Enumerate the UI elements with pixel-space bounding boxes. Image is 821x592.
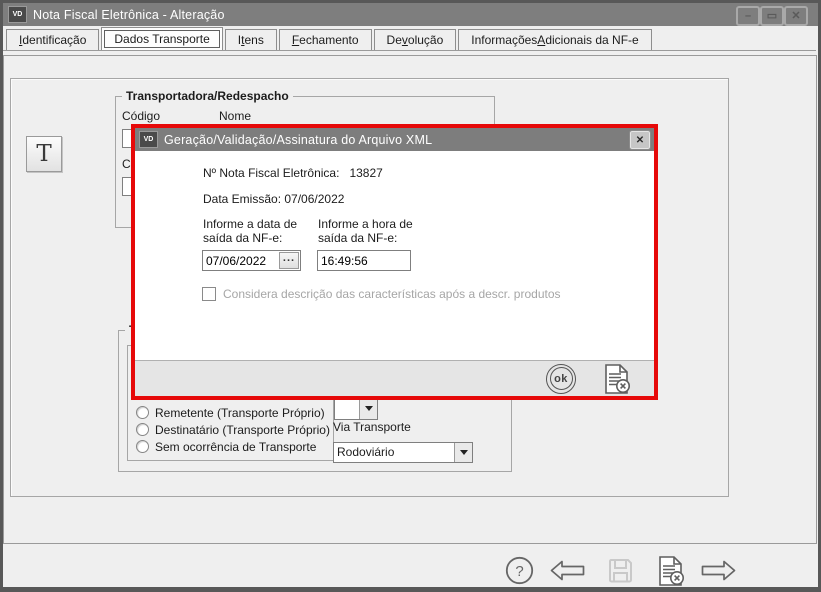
tab-dados-transporte[interactable]: Dados Transporte <box>101 27 223 50</box>
close-button[interactable]: ✕ <box>784 6 808 26</box>
maximize-button[interactable]: ▭ <box>760 6 784 26</box>
characteristics-checkbox-row[interactable]: Considera descrição das características … <box>202 287 561 301</box>
emission-value: 07/06/2022 <box>284 192 345 206</box>
dialog-title: Geração/Validação/Assinatura do Arquivo … <box>164 132 433 147</box>
via-transporte-value: Rodoviário <box>337 445 395 459</box>
forward-arrow-icon <box>701 560 736 581</box>
tab-strip-divider <box>3 50 816 51</box>
nf-number-value: 13827 <box>349 166 383 180</box>
tab-identifica-o[interactable]: Identificação <box>6 29 100 50</box>
emission-line: Data Emissão: 07/06/2022 <box>203 192 344 206</box>
nome-label: Nome <box>219 109 252 123</box>
checkbox-icon[interactable] <box>202 287 216 301</box>
group-transportadora-title: Transportadora/Redespacho <box>122 89 293 103</box>
dialog-body: Nº Nota Fiscal Eletrônica: 13827 Data Em… <box>135 151 654 360</box>
tab-fechamento[interactable]: Fechamento <box>278 29 372 50</box>
chevron-down-icon <box>459 450 468 455</box>
transporte-options: Remetente (Transporte Próprio) Destinatár… <box>136 404 330 455</box>
dialog-close-button[interactable]: ✕ <box>629 130 651 150</box>
tab-devolu-o[interactable]: De v olução <box>373 29 457 50</box>
exit-time-label-line1: Informe a hora de <box>318 217 413 231</box>
codigo-label: Código <box>122 109 161 123</box>
save-button[interactable] <box>607 557 634 584</box>
help-icon: ? <box>505 556 534 585</box>
radio-icon[interactable] <box>136 423 149 436</box>
tab-informa-es-adicionais-da-nf-e[interactable]: Informações Adicionais da NF-e <box>458 29 652 50</box>
exit-date-label-line2: saída da NF-e: <box>203 231 283 245</box>
nf-number-line: Nº Nota Fiscal Eletrônica: 13827 <box>203 166 383 180</box>
cancel-document-icon <box>605 363 630 394</box>
small-combobox-dropdown-button[interactable] <box>359 398 377 419</box>
app-window: VD Nota Fiscal Eletrônica - Alteração – … <box>0 0 821 592</box>
cancel-document-icon <box>659 556 684 586</box>
exit-time-label-line2: saída da NF-e: <box>318 231 398 245</box>
radio-option-0[interactable]: Remetente (Transporte Próprio) <box>136 404 330 421</box>
window-titlebar[interactable]: VD Nota Fiscal Eletrônica - Alteração – … <box>3 3 818 26</box>
tab-itens[interactable]: It ens <box>224 29 277 50</box>
radio-option-1[interactable]: Destinatário (Transporte Próprio) <box>136 421 330 438</box>
small-combobox-value <box>335 398 359 419</box>
radio-option-label: Destinatário (Transporte Próprio) <box>155 422 330 437</box>
ok-icon: ok <box>549 367 573 390</box>
exit-date-label-line1: Informe a data de <box>203 217 298 231</box>
ok-button[interactable]: ok <box>546 363 576 394</box>
date-browse-button[interactable]: ... <box>279 252 299 269</box>
via-transporte-dropdown-button[interactable] <box>454 443 472 462</box>
chevron-down-icon <box>364 406 373 411</box>
cancel-button[interactable] <box>656 555 686 587</box>
window-title: Nota Fiscal Eletrônica - Alteração <box>33 7 225 22</box>
tab-bar: Identificação Dados Transporte It ens Fecham… <box>6 27 654 50</box>
dialog-titlebar[interactable]: VD Geração/Validação/Assinatura do Arqui… <box>135 128 654 151</box>
nf-number-label: Nº Nota Fiscal Eletrônica: <box>203 166 340 180</box>
radio-option-label: Sem ocorrência de Transporte <box>155 439 317 454</box>
svg-text:?: ? <box>515 563 523 580</box>
t-tool-button[interactable]: T <box>26 136 62 172</box>
small-combobox[interactable] <box>334 397 378 420</box>
via-transporte-label: Via Transporte <box>333 420 411 434</box>
exit-time-input[interactable] <box>317 250 411 271</box>
save-icon <box>609 559 632 583</box>
radio-icon[interactable] <box>136 406 149 419</box>
emission-label: Data Emissão: <box>203 192 282 206</box>
back-arrow-icon <box>550 560 585 581</box>
window-frame-bottom <box>0 587 821 592</box>
radio-option-2[interactable]: Sem ocorrência de Transporte <box>136 438 330 455</box>
back-button[interactable] <box>549 559 586 582</box>
characteristics-checkbox-label: Considera descrição das características … <box>223 287 561 301</box>
radio-option-label: Remetente (Transporte Próprio) <box>155 405 325 420</box>
app-logo-icon: VD <box>139 131 158 148</box>
dialog-cancel-button[interactable] <box>602 363 632 395</box>
xml-generation-dialog: VD Geração/Validação/Assinatura do Arqui… <box>131 124 658 400</box>
radio-icon[interactable] <box>136 440 149 453</box>
forward-button[interactable] <box>700 559 737 582</box>
help-button[interactable]: ? <box>505 556 534 585</box>
via-transporte-combobox[interactable]: Rodoviário <box>333 442 473 463</box>
app-logo-icon: VD <box>8 6 27 23</box>
dialog-footer: ok <box>135 360 654 396</box>
minimize-button[interactable]: – <box>736 6 760 26</box>
